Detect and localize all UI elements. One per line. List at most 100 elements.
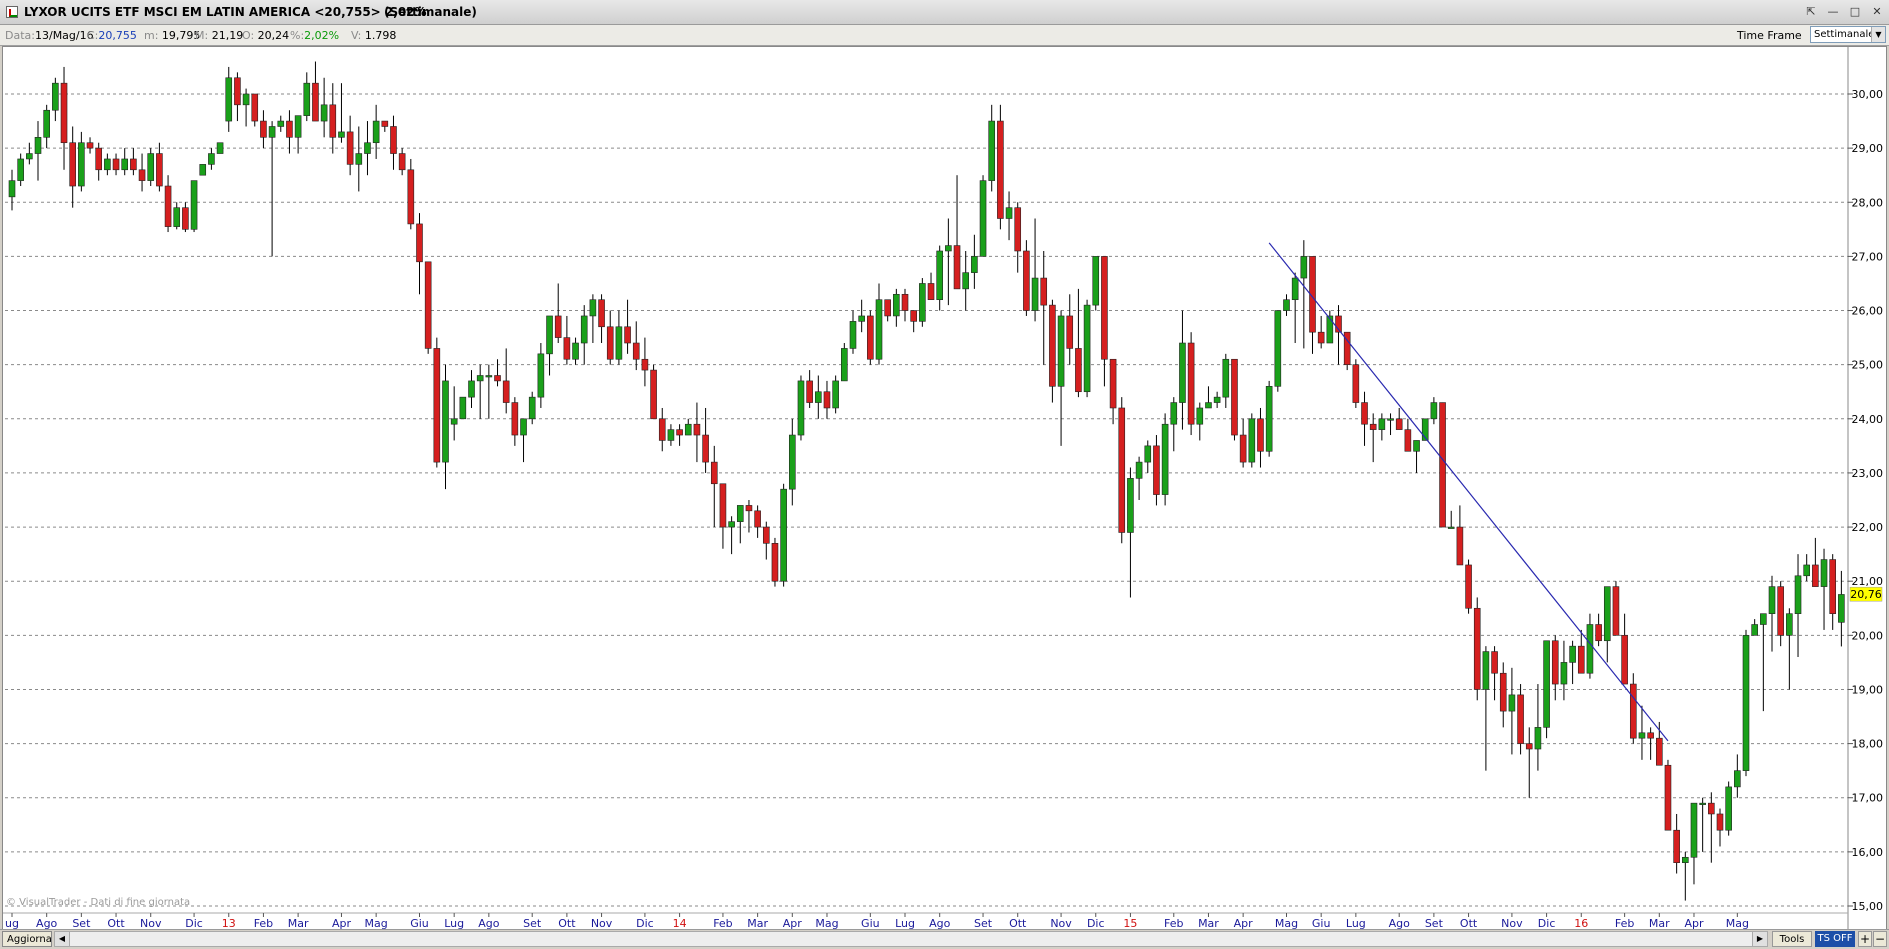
candle-down [390, 126, 397, 154]
candle-up [190, 180, 198, 230]
app-icon [6, 6, 18, 18]
candle-down [182, 207, 189, 230]
candle-up [1820, 559, 1828, 587]
close-label: C: [87, 29, 99, 42]
detach-window-button[interactable]: ⇱ [1803, 4, 1819, 19]
y-tick-label: 18,00 [1852, 738, 1884, 751]
scroll-right-icon[interactable]: ▶ [1752, 932, 1767, 946]
candle-up [1144, 445, 1152, 463]
scroll-left-icon[interactable]: ◀ [55, 932, 70, 946]
maximize-button[interactable]: □ [1847, 4, 1863, 19]
candle-up [1005, 207, 1013, 219]
candle-up [520, 418, 527, 436]
candle-down [702, 434, 709, 463]
chevron-down-icon: ▼ [1871, 27, 1885, 42]
tools-button[interactable]: Tools [1772, 931, 1812, 947]
candle-up [572, 342, 579, 360]
candle-up [476, 375, 484, 382]
candle-down [1491, 651, 1498, 674]
candle-up [199, 164, 207, 176]
x-tick-label: Ago [478, 917, 500, 929]
candle-down [234, 77, 241, 106]
info-date: Data:13/Mag/16 [5, 29, 94, 42]
chart-area[interactable]: 15,00 16,00 17,00 18,00 19,00 20,00 21,00 22,00… [2, 46, 1887, 930]
candle-up [780, 488, 787, 582]
info-volume: V: 1.798 [351, 29, 396, 42]
candle-down [1075, 348, 1082, 393]
candle-up [1482, 651, 1490, 690]
candle-down [676, 429, 683, 436]
candle-down [1716, 813, 1724, 831]
candle-up [1092, 256, 1100, 306]
x-tick-label: Feb [254, 917, 273, 929]
candle-down [1473, 607, 1481, 690]
ts-off-button[interactable]: TS OFF [1815, 931, 1855, 947]
candle-down [927, 283, 935, 301]
y-tick-label: 30,00 [1852, 88, 1884, 101]
timeframe-label: Time Frame [1737, 29, 1802, 42]
x-tick-label: Ott [107, 917, 125, 929]
candle-up [1803, 564, 1810, 577]
candle-up [1300, 256, 1308, 279]
y-tick-label: 27,00 [1852, 250, 1884, 263]
x-tick-label: Feb [713, 917, 732, 929]
grid-lines [5, 93, 1848, 907]
y-tick-label: 22,00 [1852, 521, 1884, 534]
trendline-layer [1268, 242, 1669, 742]
candle-up [667, 429, 675, 441]
candle-down [312, 82, 319, 122]
candle-down [1656, 737, 1663, 766]
candle-down [1109, 358, 1117, 409]
candle-up [1387, 418, 1394, 421]
candle-down [156, 153, 163, 187]
candle-down [1551, 640, 1559, 685]
candle-up [104, 158, 111, 171]
window-title: LYXOR UCITS ETF MSCI EM LATIN AMERICA <2… [24, 5, 427, 19]
y-tick-label: 28,00 [1852, 196, 1884, 209]
minimize-button[interactable]: — [1825, 4, 1841, 19]
candle-up [1768, 586, 1776, 614]
x-tick-label: Giu [1312, 917, 1331, 929]
candle-up [372, 120, 380, 144]
update-button[interactable]: Aggiorna [2, 931, 52, 947]
min-label: m: [144, 29, 159, 42]
candlestick-chart[interactable]: 15,00 16,00 17,00 18,00 19,00 20,00 21,00 22,00… [3, 47, 1886, 929]
candle-up [1179, 342, 1186, 403]
candle-up [450, 418, 458, 425]
candle-up [1682, 856, 1689, 863]
x-tick-label: ug [5, 917, 19, 929]
y-tick-label: 23,00 [1852, 467, 1884, 480]
candle-up [1786, 613, 1793, 636]
y-tick-label: 26,00 [1852, 305, 1884, 318]
candle-up [1638, 732, 1646, 739]
x-tick-label: Mag [1726, 917, 1749, 929]
zoom-out-button[interactable]: − [1873, 931, 1887, 947]
candle-up [1265, 386, 1273, 452]
candle-down [1369, 423, 1377, 430]
candle-down [86, 142, 94, 149]
zoom-in-button[interactable]: + [1858, 931, 1872, 947]
horizontal-scrollbar[interactable]: ◀ ▶ [54, 931, 1768, 947]
candle-down [407, 169, 415, 225]
candle-down [1014, 207, 1022, 252]
candle-up [988, 120, 996, 181]
date-label: Data: [5, 29, 35, 42]
candle-down [1708, 802, 1715, 815]
candle-down [494, 375, 501, 382]
candle-up [1213, 396, 1221, 403]
candle-down [901, 293, 909, 311]
x-tick-label: Mag [1275, 917, 1298, 929]
bottom-bar: Aggiorna ◀ ▶ Tools TS OFF + − [0, 929, 1889, 949]
max-value: 21,19 [211, 29, 244, 42]
timeframe-select[interactable]: Settimanale ▼ [1810, 26, 1886, 43]
candle-up [1326, 315, 1334, 344]
candle-down [1517, 694, 1524, 744]
candle-up [268, 126, 276, 138]
candle-down [1456, 526, 1464, 566]
close-button[interactable]: ✕ [1869, 4, 1885, 19]
candle-down [69, 142, 76, 187]
x-tick-label: Dic [636, 917, 654, 929]
volume-label: V: [351, 29, 362, 42]
candle-down [398, 153, 406, 171]
x-tick-label: Apr [332, 917, 352, 929]
